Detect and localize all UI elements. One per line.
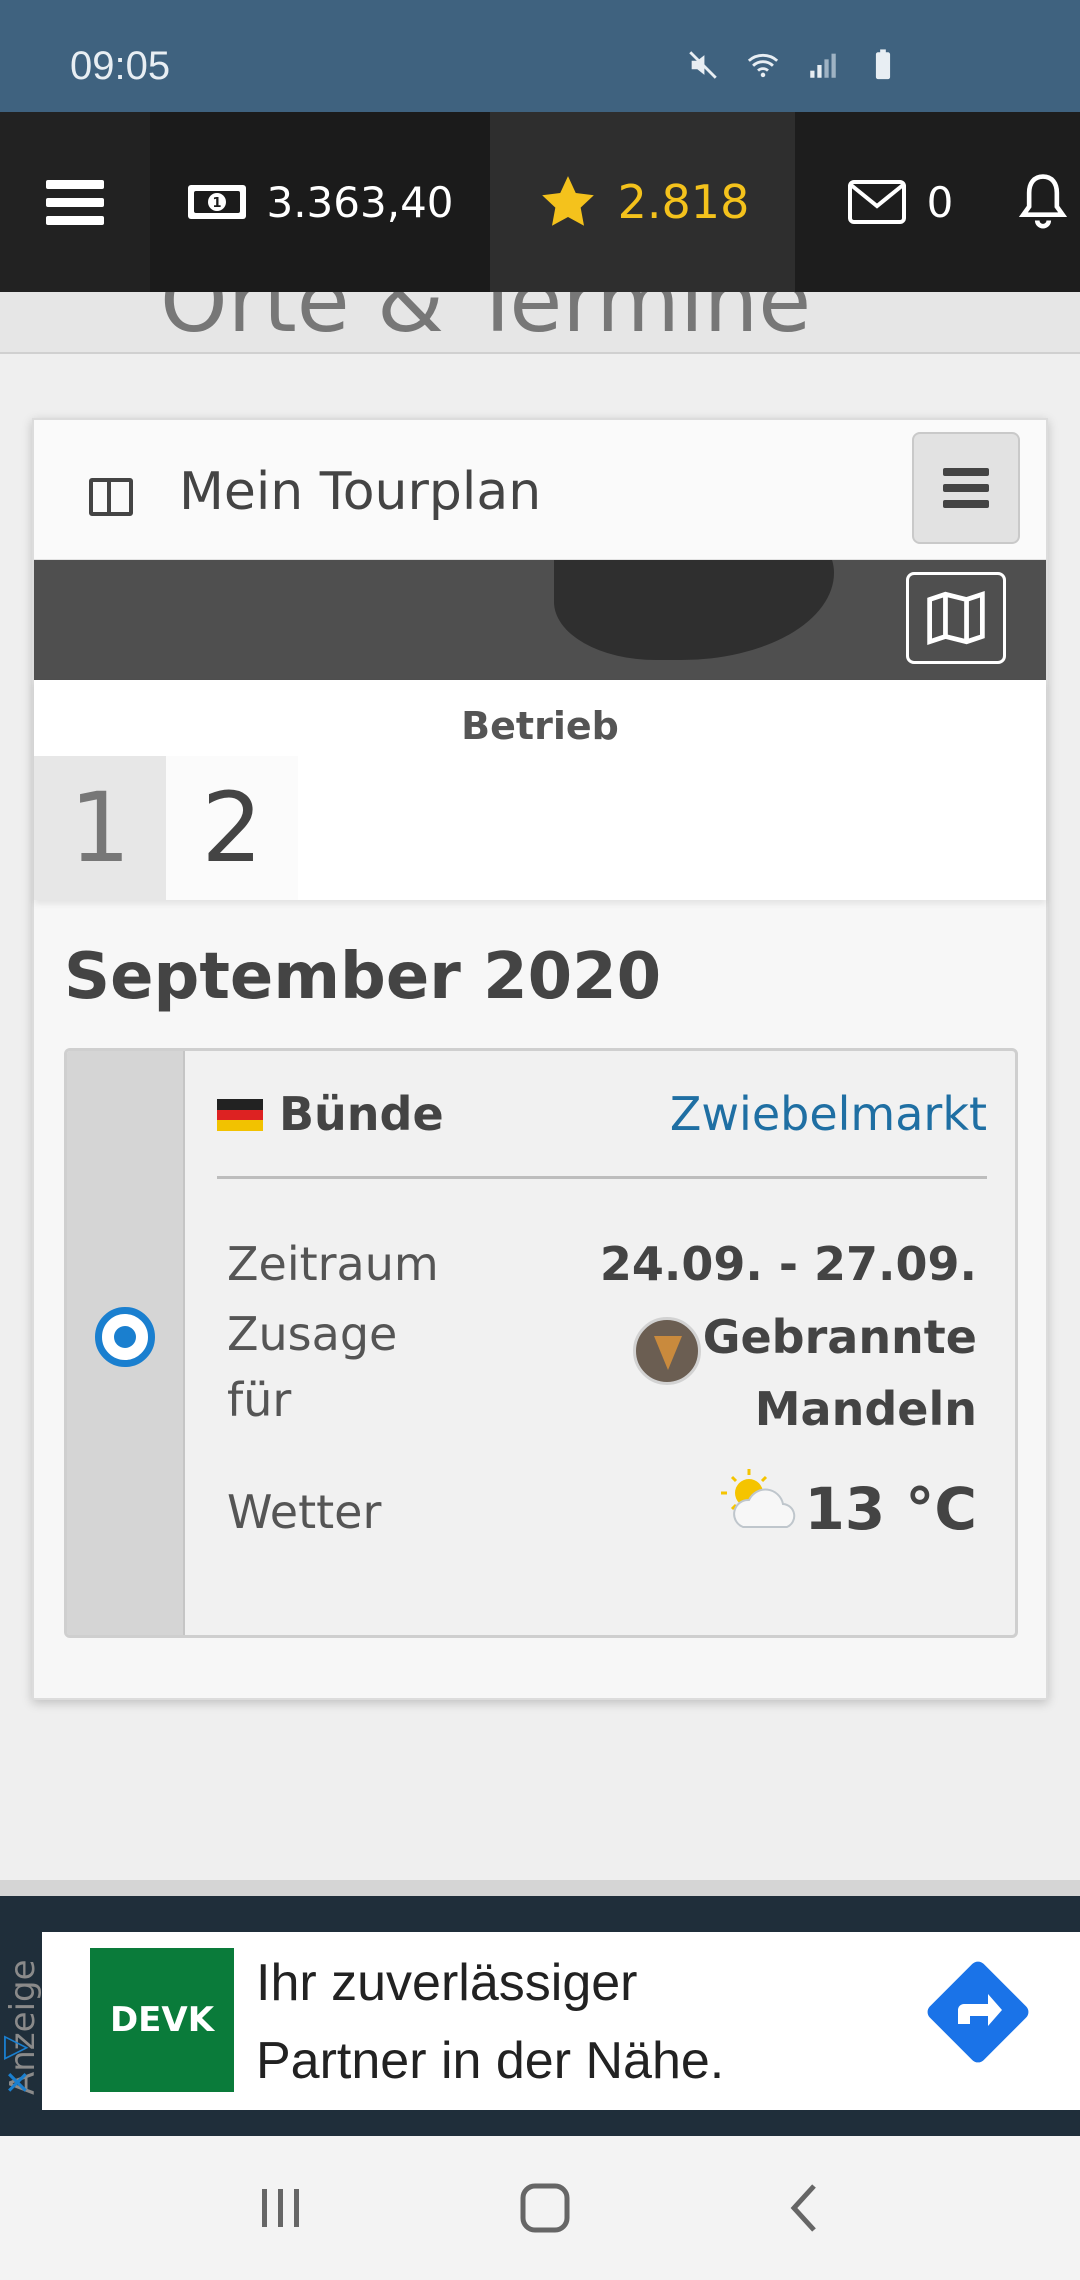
wetter-value: 13 °C xyxy=(804,1475,977,1543)
event-city: Bünde xyxy=(279,1087,444,1141)
card-header: Mein Tourplan xyxy=(34,420,1046,560)
page-heading: Orte & Termine xyxy=(160,292,812,352)
recents-icon[interactable] xyxy=(256,2185,306,2231)
balance-button[interactable]: 1 3.363,40 xyxy=(150,112,490,292)
tourplan-card: Mein Tourplan Betrieb 1 2 September 2020… xyxy=(32,418,1048,1700)
bell-icon xyxy=(1018,174,1067,229)
event-radio[interactable] xyxy=(95,1307,155,1367)
columns-icon xyxy=(89,478,133,516)
ad-text-line2: Partner in der Nähe. xyxy=(256,2032,725,2090)
app-toolbar: 1 3.363,40 2.818 0 xyxy=(0,112,1080,292)
status-bar: 09:05 xyxy=(0,0,1080,112)
mute-icon xyxy=(689,51,717,79)
svg-text:1: 1 xyxy=(213,196,222,211)
ad-banner: Anzeige ▷ ✕ DEVK Ihr zuverlässiger Partne… xyxy=(0,1896,1080,2136)
betrieb-tab-1[interactable]: 1 xyxy=(34,756,166,900)
adchoices-icon[interactable]: ▷ ✕ xyxy=(4,2026,31,2102)
betrieb-label: Betrieb xyxy=(461,704,619,748)
hamburger-icon xyxy=(46,171,104,234)
banknote-icon: 1 xyxy=(188,185,247,219)
stars-button[interactable]: 2.818 xyxy=(490,112,795,292)
status-icons xyxy=(686,48,900,82)
back-icon[interactable] xyxy=(784,2182,824,2234)
battery-icon xyxy=(875,49,891,80)
directions-icon[interactable] xyxy=(918,1952,1038,2072)
betrieb-tab-2[interactable]: 2 xyxy=(166,756,298,900)
betrieb-selector: Betrieb 1 2 xyxy=(34,680,1046,900)
envelope-icon xyxy=(847,180,906,224)
map-button[interactable] xyxy=(906,572,1006,664)
signal-icon xyxy=(810,53,836,78)
ad-content[interactable]: ▷ ✕ DEVK Ihr zuverlässiger Partner in der… xyxy=(4,1932,1080,2110)
germany-flag-icon xyxy=(217,1099,263,1131)
balance-value: 3.363,40 xyxy=(266,177,454,227)
zusage-value: Gebrannte Mandeln xyxy=(702,1310,977,1436)
ad-text-line1: Ihr zuverlässiger xyxy=(256,1954,638,2012)
star-icon xyxy=(541,176,594,226)
map-preview xyxy=(34,560,1046,680)
notifications-button[interactable] xyxy=(1005,112,1080,292)
month-heading: September 2020 xyxy=(64,940,662,1014)
card-title: Mein Tourplan xyxy=(179,462,542,522)
zeitraum-value: 24.09. - 27.09. xyxy=(599,1237,977,1291)
messages-button[interactable]: 0 xyxy=(795,112,1005,292)
devk-logo: DEVK xyxy=(90,1948,234,2092)
ad-text: Ihr zuverlässiger Partner in der Nähe. xyxy=(256,1944,724,2100)
partly-cloudy-icon xyxy=(721,1469,796,1528)
event-entry[interactable]: Bünde Zwiebelmarkt Zeitraum 24.09. - 27.… xyxy=(64,1048,1018,1638)
stars-value: 2.818 xyxy=(617,175,750,229)
menu-button[interactable] xyxy=(0,112,150,292)
map-icon xyxy=(927,590,985,646)
event-market-link[interactable]: Zwiebelmarkt xyxy=(670,1087,987,1141)
zeitraum-label: Zeitraum xyxy=(227,1237,439,1291)
clock: 09:05 xyxy=(70,44,171,88)
messages-count: 0 xyxy=(926,177,954,227)
home-icon[interactable] xyxy=(518,2181,572,2235)
card-menu-button[interactable] xyxy=(912,432,1020,544)
wetter-label: Wetter xyxy=(227,1485,382,1539)
zusage-label: Zusage für xyxy=(227,1307,398,1427)
wifi-icon xyxy=(747,53,779,78)
page-hero: Orte & Termine xyxy=(0,292,1080,354)
system-nav-bar xyxy=(0,2136,1080,2280)
